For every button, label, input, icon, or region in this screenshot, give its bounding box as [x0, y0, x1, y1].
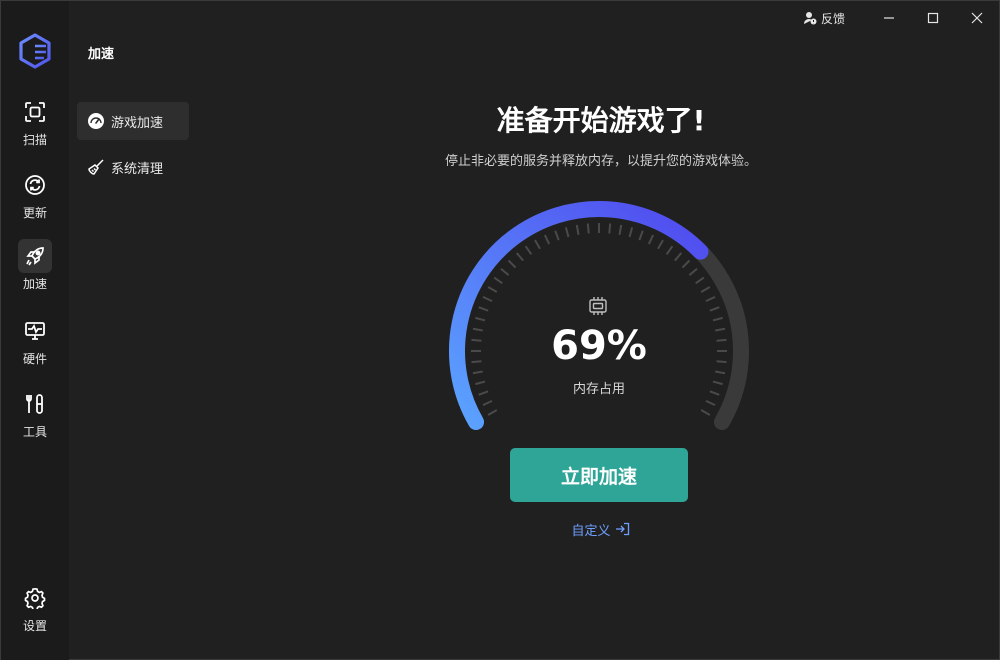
- gauge-tick: [524, 245, 533, 255]
- gauge-tick: [712, 380, 723, 386]
- gauge-tick: [700, 409, 711, 416]
- memory-chip-icon: [589, 297, 607, 315]
- gauge-tick: [575, 224, 580, 235]
- gauge-tick: [628, 227, 634, 238]
- gauge-tick: [554, 230, 560, 241]
- subnav-item-label: 系统清理: [111, 161, 164, 177]
- gauge-tick: [472, 370, 483, 375]
- gauge-tick: [681, 259, 691, 269]
- gauge-tick: [657, 239, 664, 250]
- gauge-tick: [482, 399, 493, 407]
- minimize-icon: [884, 17, 894, 19]
- rail-item-tools[interactable]: 工具: [1, 387, 69, 447]
- monitor-pulse-icon: [25, 322, 45, 340]
- gauge-tick: [564, 227, 570, 238]
- feedback-label: 反馈: [820, 11, 845, 26]
- gauge-tick: [705, 295, 716, 303]
- gauge-tick: [665, 245, 674, 255]
- minimize-button[interactable]: [867, 1, 911, 35]
- gauge-tick: [507, 259, 517, 269]
- rail-item-settings[interactable]: 设置: [1, 581, 69, 641]
- gauge-tick: [471, 360, 482, 364]
- rail-item-label: 更新: [22, 206, 47, 220]
- gauge-tick: [482, 295, 493, 303]
- gauge-tick: [688, 267, 698, 276]
- tools-icon: [26, 394, 43, 414]
- enter-arrow-icon: [615, 522, 629, 536]
- rail-item-label: 加速: [22, 277, 47, 291]
- app-logo-icon: [19, 33, 51, 69]
- gauge-tick: [493, 276, 503, 285]
- gauge-tick: [695, 276, 705, 285]
- gauge-tick: [534, 239, 541, 250]
- page-subtitle: 停止非必要的服务并释放内存，以提升您的游戏体验。: [444, 154, 757, 169]
- memory-usage-label: 内存占用: [572, 382, 625, 397]
- gauge-tick: [478, 390, 489, 396]
- gauge-tick: [709, 390, 720, 396]
- subnav-item-game-boost[interactable]: 游戏加速: [77, 102, 189, 140]
- gauge-tick: [618, 224, 623, 235]
- rail-item-scan[interactable]: 扫描: [1, 95, 69, 155]
- maximize-icon: [927, 12, 939, 24]
- gauge-tick: [674, 252, 683, 262]
- rail-item-label: 硬件: [22, 352, 47, 366]
- secondary-sidebar: 加速 游戏加速 系统清理: [69, 1, 199, 660]
- gauge-tick: [543, 234, 551, 245]
- close-icon: [971, 12, 983, 24]
- broom-icon: [88, 159, 104, 175]
- gauge-tick: [705, 399, 716, 407]
- rail-item-update[interactable]: 更新: [1, 168, 69, 228]
- gauge-tick: [515, 252, 524, 262]
- gauge-tick: [716, 360, 727, 364]
- app-window: 扫描 更新 加速 硬件 工具 设置 加速 游戏加速 系统清理 反馈 准备开始游戏…: [0, 0, 1000, 660]
- user-feedback-icon: [803, 12, 817, 25]
- maximize-button[interactable]: [911, 1, 955, 35]
- feedback-button[interactable]: 反馈: [803, 10, 845, 27]
- gauge-tick: [716, 338, 727, 342]
- gauge-tick: [608, 223, 612, 234]
- customize-link[interactable]: 自定义: [561, 519, 641, 539]
- gauge-tick: [715, 327, 726, 332]
- gauge-tick: [475, 316, 486, 322]
- gauge-tick: [647, 234, 655, 245]
- gauge-tick: [472, 327, 483, 332]
- title-bar: 反馈: [803, 1, 999, 35]
- gauge-tick: [709, 306, 720, 312]
- gear-icon: [24, 587, 46, 609]
- subnav-item-system-clean[interactable]: 系统清理: [77, 148, 189, 186]
- gauge-tick: [475, 380, 486, 386]
- section-title: 加速: [88, 47, 115, 62]
- gauge-tick: [478, 306, 489, 312]
- boost-now-button[interactable]: 立即加速: [510, 448, 688, 502]
- gauge-tick: [638, 230, 644, 241]
- speedometer-icon: [88, 113, 104, 129]
- rail-item-label: 设置: [22, 619, 47, 633]
- memory-usage-value: 69%: [551, 323, 647, 369]
- primary-sidebar: 扫描 更新 加速 硬件 工具 设置: [1, 1, 69, 660]
- gauge-tick: [487, 409, 498, 416]
- subnav-item-label: 游戏加速: [111, 115, 164, 131]
- gauge-tick: [471, 338, 482, 342]
- gauge-tick: [487, 286, 498, 293]
- rail-item-boost[interactable]: 加速: [1, 239, 69, 299]
- gauge-tick: [715, 370, 726, 375]
- refresh-icon: [25, 175, 45, 195]
- gauge-tick: [712, 316, 723, 322]
- rail-item-hardware[interactable]: 硬件: [1, 314, 69, 374]
- gauge-tick: [500, 267, 510, 276]
- customize-label: 自定义: [571, 523, 611, 539]
- rocket-icon: [26, 247, 44, 266]
- page-title: 准备开始游戏了!: [496, 104, 706, 137]
- gauge-tick: [586, 223, 590, 234]
- rail-item-label: 扫描: [22, 133, 47, 147]
- gauge-tick: [700, 286, 711, 293]
- rail-item-label: 工具: [22, 425, 47, 439]
- close-button[interactable]: [955, 1, 999, 35]
- scan-icon: [25, 102, 45, 122]
